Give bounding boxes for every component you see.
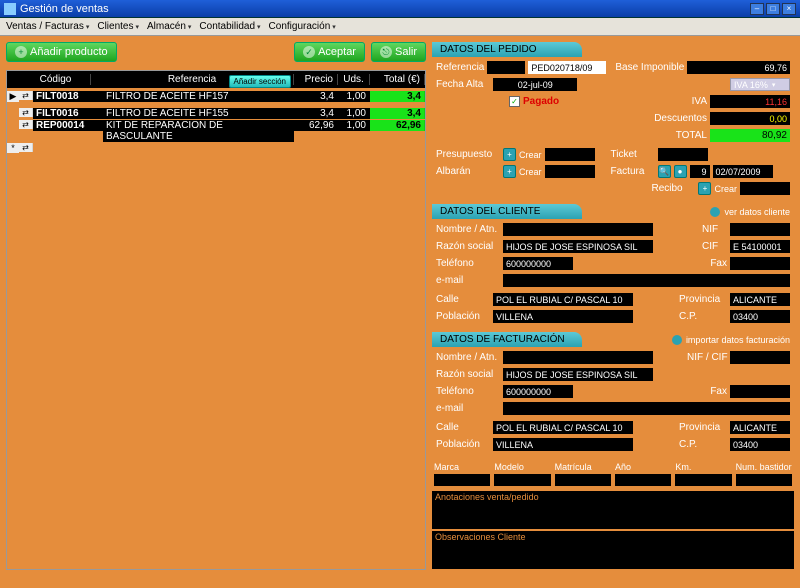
billing-panel: DATOS DE FACTURACIÓN importar datos fact… [432, 332, 794, 457]
client-calle[interactable]: POL EL RUBIAL C/ PASCAL 10 [493, 293, 633, 306]
table-row[interactable]: *⇄ [7, 139, 425, 156]
client-provincia[interactable]: ALICANTE [730, 293, 790, 306]
billing-provincia[interactable]: ALICANTE [730, 421, 790, 434]
client-panel: DATOS DEL CLIENTE ver datos cliente Nomb… [432, 204, 794, 329]
client-fax[interactable] [730, 257, 790, 270]
check-icon: ✓ [303, 46, 315, 58]
col-code[interactable]: Código [21, 74, 91, 85]
notes-client[interactable]: Observaciones Cliente [432, 531, 794, 569]
vehicle-bastidor[interactable] [736, 474, 792, 486]
crear-presupuesto-button[interactable]: + [503, 148, 516, 161]
base-imponible-value: 69,76 [687, 61, 790, 74]
exit-icon: ⎋ [380, 46, 392, 58]
col-price[interactable]: Precio [294, 74, 338, 85]
label-total: TOTAL [676, 130, 707, 141]
label-base: Base Imponible [615, 62, 684, 73]
iva-value: 11,16 [710, 95, 790, 108]
client-cp[interactable]: 03400 [730, 310, 790, 323]
window-titlebar: Gestión de ventas – □ × [0, 0, 800, 18]
window-title: Gestión de ventas [20, 3, 109, 15]
menubar: Ventas / Facturas▾ Clientes▾ Almacén▾ Co… [0, 18, 800, 36]
maximize-button[interactable]: □ [766, 3, 780, 15]
info-icon [710, 207, 720, 217]
billing-panel-header: DATOS DE FACTURACIÓN [432, 332, 582, 347]
menu-clientes[interactable]: Clientes▾ [93, 20, 143, 33]
col-units[interactable]: Uds. [338, 74, 370, 85]
exit-button[interactable]: ⎋Salir [371, 42, 426, 62]
table-row[interactable]: ⇄REP00014KIT DE REPARACION DE BASCULANTE… [7, 122, 425, 139]
minimize-button[interactable]: – [750, 3, 764, 15]
vehicle-section: Marca Modelo Matrícula Año Km. Num. bast… [432, 460, 794, 489]
app-icon [4, 3, 16, 15]
billing-cp[interactable]: 03400 [730, 438, 790, 451]
billing-telefono[interactable]: 600000000 [503, 385, 573, 398]
billing-email[interactable] [503, 402, 790, 415]
vehicle-matricula[interactable] [555, 474, 611, 486]
label-fecha-alta: Fecha Alta [436, 79, 483, 90]
products-table: Código ReferenciaAñadir sección Precio U… [6, 70, 426, 570]
order-ref-field[interactable]: PED020718/09 [528, 61, 606, 74]
import-icon [672, 335, 682, 345]
order-panel: DATOS DEL PEDIDO Referencia PED020718/09… [432, 42, 794, 201]
billing-nifcif[interactable] [730, 351, 790, 364]
vehicle-km[interactable] [675, 474, 731, 486]
add-section-button[interactable]: Añadir sección [229, 75, 291, 88]
client-razon[interactable]: HIJOS DE JOSE ESPINOSA SIL [503, 240, 653, 253]
col-ref[interactable]: ReferenciaAñadir sección [91, 74, 294, 85]
client-poblacion[interactable]: VILLENA [493, 310, 633, 323]
vehicle-ano[interactable] [615, 474, 671, 486]
pagado-checkbox[interactable]: ✓ [509, 96, 520, 107]
factura-num: 9 [690, 165, 710, 178]
iva-select[interactable]: IVA 16% [730, 78, 790, 91]
add-product-button[interactable]: +Añadir producto [6, 42, 117, 62]
descuentos-value: 0,00 [710, 112, 790, 125]
client-panel-header: DATOS DEL CLIENTE [432, 204, 582, 219]
table-header: Código ReferenciaAñadir sección Precio U… [7, 71, 425, 88]
billing-fax[interactable] [730, 385, 790, 398]
label-descuentos: Descuentos [654, 113, 707, 124]
menu-contabilidad[interactable]: Contabilidad▾ [195, 20, 264, 33]
menu-ventas[interactable]: Ventas / Facturas▾ [2, 20, 93, 33]
fecha-alta-value: 02-jul-09 [493, 78, 577, 91]
accept-button[interactable]: ✓Aceptar [294, 42, 365, 62]
crear-albaran-button[interactable]: + [503, 165, 516, 178]
client-telefono[interactable]: 600000000 [503, 257, 573, 270]
factura-action-button[interactable]: ● [674, 165, 687, 178]
notes-sale[interactable]: Anotaciones venta/pedido [432, 491, 794, 529]
billing-calle[interactable]: POL EL RUBIAL C/ PASCAL 10 [493, 421, 633, 434]
client-cif[interactable]: E 54100001 [730, 240, 790, 253]
label-iva: IVA [692, 96, 707, 107]
menu-configuracion[interactable]: Configuración▾ [265, 20, 340, 33]
total-value: 80,92 [710, 129, 790, 142]
client-email[interactable] [503, 274, 790, 287]
billing-poblacion[interactable]: VILLENA [493, 438, 633, 451]
client-nif[interactable] [730, 223, 790, 236]
label-referencia: Referencia [436, 62, 484, 73]
importar-facturacion-link[interactable]: importar datos facturación [686, 335, 790, 345]
client-nombre[interactable] [503, 223, 653, 236]
ver-datos-cliente-link[interactable]: ver datos cliente [724, 207, 790, 217]
plus-icon: + [15, 46, 27, 58]
vehicle-modelo[interactable] [494, 474, 550, 486]
order-panel-header: DATOS DEL PEDIDO [432, 42, 582, 57]
menu-almacen[interactable]: Almacén▾ [143, 20, 195, 33]
crear-recibo-button[interactable]: + [698, 182, 711, 195]
billing-nombre[interactable] [503, 351, 653, 364]
col-total[interactable]: Total (€) [370, 74, 425, 85]
vehicle-marca[interactable] [434, 474, 490, 486]
factura-search-button[interactable]: 🔍 [658, 165, 671, 178]
billing-razon[interactable]: HIJOS DE JOSE ESPINOSA SIL [503, 368, 653, 381]
close-button[interactable]: × [782, 3, 796, 15]
table-row[interactable]: ▶⇄FILT0018FILTRO DE ACEITE HF1573,41,003… [7, 88, 425, 105]
factura-date: 02/07/2009 [713, 165, 773, 178]
